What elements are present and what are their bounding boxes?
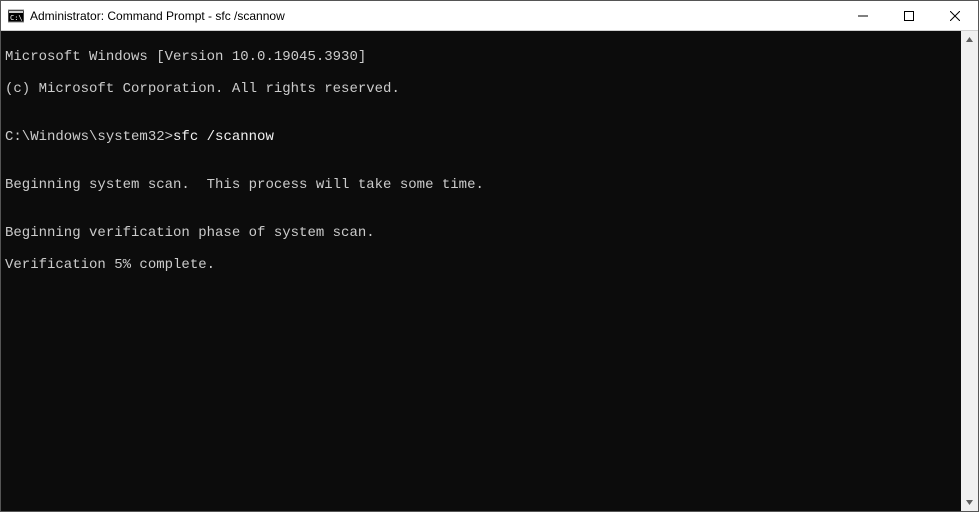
output-line: Microsoft Windows [Version 10.0.19045.39… — [5, 49, 961, 65]
output-line: (c) Microsoft Corporation. All rights re… — [5, 81, 961, 97]
output-line: Beginning system scan. This process will… — [5, 177, 961, 193]
cmd-icon: C:\ — [8, 8, 24, 24]
window-controls — [840, 1, 978, 30]
scroll-down-arrow-icon[interactable] — [961, 494, 978, 511]
prompt-path: C:\Windows\system32> — [5, 129, 173, 145]
svg-text:C:\: C:\ — [10, 14, 23, 22]
prompt-line: C:\Windows\system32>sfc /scannow — [5, 129, 961, 145]
scroll-up-arrow-icon[interactable] — [961, 31, 978, 48]
content-area: Microsoft Windows [Version 10.0.19045.39… — [1, 31, 978, 511]
output-line: Verification 5% complete. — [5, 257, 961, 273]
scroll-track[interactable] — [961, 48, 978, 494]
prompt-command: sfc /scannow — [173, 129, 274, 145]
maximize-button[interactable] — [886, 1, 932, 30]
close-button[interactable] — [932, 1, 978, 30]
window-title: Administrator: Command Prompt - sfc /sca… — [30, 9, 840, 23]
titlebar[interactable]: C:\ Administrator: Command Prompt - sfc … — [1, 1, 978, 31]
minimize-button[interactable] — [840, 1, 886, 30]
vertical-scrollbar[interactable] — [961, 31, 978, 511]
output-line: Beginning verification phase of system s… — [5, 225, 961, 241]
terminal-output[interactable]: Microsoft Windows [Version 10.0.19045.39… — [1, 31, 961, 511]
